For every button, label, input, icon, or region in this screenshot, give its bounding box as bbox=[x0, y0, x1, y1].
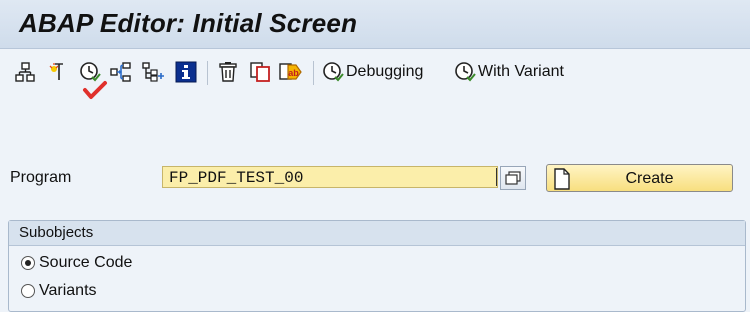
radio-button[interactable] bbox=[21, 284, 35, 298]
hierarchy-icon[interactable] bbox=[13, 60, 37, 84]
svg-text:ab: ab bbox=[288, 68, 299, 78]
create-label: Create bbox=[625, 170, 674, 187]
delete-icon[interactable] bbox=[216, 60, 240, 84]
debugging-button[interactable]: Debugging bbox=[322, 60, 423, 84]
with-variant-button[interactable]: With Variant bbox=[454, 60, 564, 84]
radio-variants[interactable]: Variants bbox=[21, 282, 97, 300]
radio-button-checked[interactable] bbox=[21, 256, 35, 270]
copy-icon[interactable] bbox=[248, 60, 272, 84]
where-used-icon[interactable] bbox=[45, 60, 69, 84]
program-input[interactable]: FP_PDF_TEST_00 bbox=[162, 166, 498, 188]
check-mark-icon bbox=[83, 81, 107, 99]
display-tree-icon[interactable] bbox=[141, 60, 165, 84]
with-variant-icon bbox=[455, 62, 476, 82]
info-icon[interactable] bbox=[174, 60, 198, 84]
toolbar-separator bbox=[313, 61, 314, 85]
radio-source-code[interactable]: Source Code bbox=[21, 254, 132, 272]
subobjects-header: Subobjects bbox=[9, 221, 745, 246]
subobjects-group: Subobjects Source Code Variants bbox=[8, 220, 746, 312]
radio-label: Variants bbox=[39, 282, 97, 299]
value-help-button[interactable] bbox=[500, 166, 526, 190]
create-button[interactable]: Create bbox=[546, 164, 733, 192]
value-help-icon bbox=[505, 171, 521, 185]
debugging-label: Debugging bbox=[346, 63, 424, 80]
radio-label: Source Code bbox=[39, 254, 133, 271]
object-list-icon[interactable] bbox=[109, 60, 133, 84]
program-label: Program bbox=[10, 169, 72, 186]
with-variant-label: With Variant bbox=[478, 63, 564, 80]
application-toolbar: ab Debugging With Variant bbox=[0, 49, 750, 99]
subobjects-title: Subobjects bbox=[19, 224, 94, 241]
page-title: ABAP Editor: Initial Screen bbox=[19, 8, 358, 38]
title-bar: ABAP Editor: Initial Screen bbox=[0, 0, 750, 49]
rename-icon[interactable]: ab bbox=[279, 60, 303, 84]
debugging-icon bbox=[323, 62, 344, 82]
toolbar-separator bbox=[207, 61, 208, 85]
